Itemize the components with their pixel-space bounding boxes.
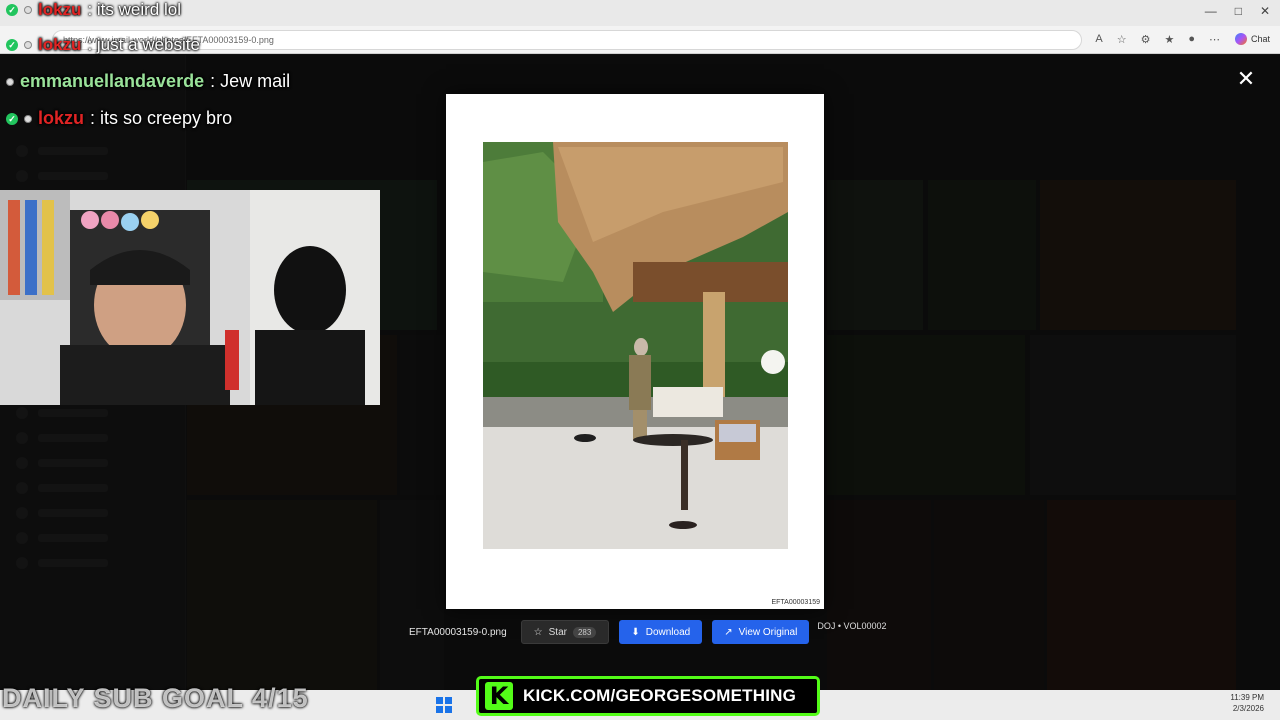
copilot-chat-label: Chat xyxy=(1250,34,1270,44)
read-aloud-icon[interactable]: A xyxy=(1095,33,1102,46)
taskbar-date: 2/3/2026 xyxy=(1232,704,1264,713)
kick-banner: K KICK.COM/GEORGESOMETHING xyxy=(476,676,820,716)
kick-logo-icon: K xyxy=(485,682,513,710)
chat-text: : its so creepy bro xyxy=(90,108,233,128)
view-original-button[interactable]: ↗ View Original xyxy=(712,620,810,644)
close-window-icon[interactable]: ✕ xyxy=(1260,4,1270,18)
maximize-icon[interactable]: □ xyxy=(1235,4,1242,18)
kick-url: KICK.COM/GEORGESOMETHING xyxy=(523,686,797,705)
verified-badge-icon: ✓ xyxy=(6,112,18,125)
photo-scene xyxy=(483,142,788,549)
chat-message: ✓ lokzu : its so creepy bro xyxy=(6,108,232,129)
star-button-label: Star xyxy=(548,626,567,638)
sub-badge-icon xyxy=(24,41,32,49)
chat-text: : its weird lol xyxy=(87,0,181,19)
copilot-icon xyxy=(1234,33,1247,45)
chat-text: : Jew mail xyxy=(210,71,291,91)
more-icon[interactable]: ⋯ xyxy=(1209,33,1220,46)
external-link-icon: ↗ xyxy=(724,626,733,638)
window-controls: — □ ✕ xyxy=(1205,4,1270,18)
chat-username: lokzu xyxy=(38,0,82,19)
photo-action-bar: EFTA00003159-0.png ☆ Star 283 ⬇ Download… xyxy=(409,620,887,644)
sub-badge-icon xyxy=(24,6,32,14)
photo-modal: EFTA00003159 xyxy=(446,94,824,609)
minimize-icon[interactable]: — xyxy=(1205,4,1217,18)
close-icon[interactable]: ✕ xyxy=(1234,68,1258,92)
extensions-icon[interactable]: ⚙ xyxy=(1141,33,1151,46)
view-original-button-label: View Original xyxy=(738,626,798,638)
chat-text: : just a website xyxy=(87,35,200,54)
copilot-chat-button[interactable]: Chat xyxy=(1234,33,1270,45)
taskbar-time: 11:39 PM xyxy=(1230,693,1264,702)
taskbar-clock[interactable]: 11:39 PM 2/3/2026 xyxy=(1230,692,1264,714)
chat-message: ✓ lokzu : its weird lol xyxy=(6,0,181,20)
photo-image xyxy=(483,142,788,549)
download-icon: ⬇ xyxy=(631,626,640,638)
verified-badge-icon: ✓ xyxy=(6,39,18,51)
volume-label: DOJ • VOL00002 xyxy=(817,621,887,631)
address-bar[interactable]: https://www.jmail.world/photos/EFTA00003… xyxy=(52,30,1082,50)
chat-message: ✓ lokzu : just a website xyxy=(6,35,200,55)
windows-start-icon[interactable] xyxy=(436,697,452,713)
star-icon: ☆ xyxy=(533,626,543,638)
webcam-scene xyxy=(0,190,380,405)
chat-message: emmanuellandaverde : Jew mail xyxy=(6,71,290,92)
star-button[interactable]: ☆ Star 283 xyxy=(520,620,610,644)
modal-file-id: EFTA00003159 xyxy=(771,599,820,606)
chat-username: emmanuellandaverde xyxy=(20,71,205,91)
chat-username: lokzu xyxy=(38,108,85,128)
collections-icon[interactable]: ★ xyxy=(1164,33,1174,46)
download-button[interactable]: ⬇ Download xyxy=(619,620,703,644)
verified-badge-icon: ✓ xyxy=(6,4,18,16)
download-button-label: Download xyxy=(645,626,691,638)
sub-goal-overlay: DAILY SUB GOAL 4/15 xyxy=(2,683,309,713)
star-count-badge: 283 xyxy=(572,626,597,638)
browser-toolbar: A ☆ ⚙ ★ ● ⋯ xyxy=(1095,33,1220,46)
chat-username: lokzu xyxy=(38,35,82,54)
favorite-icon[interactable]: ☆ xyxy=(1117,33,1127,46)
profile-icon[interactable]: ● xyxy=(1188,33,1195,46)
webcam-feed xyxy=(0,190,380,405)
sub-badge-icon xyxy=(6,77,14,86)
photo-filename: EFTA00003159-0.png xyxy=(409,626,507,638)
tab-strip xyxy=(0,0,1280,26)
sub-badge-icon xyxy=(24,114,32,123)
